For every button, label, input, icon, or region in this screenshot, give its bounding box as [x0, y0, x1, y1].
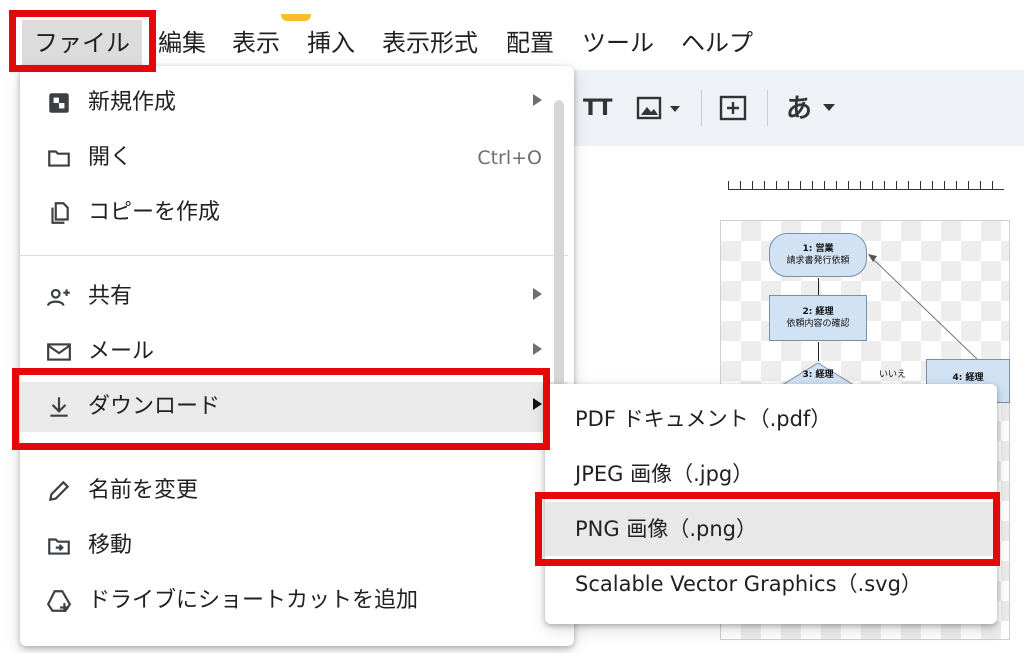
menu-tools[interactable]: ツール — [582, 28, 654, 58]
submenu-arrow-icon — [533, 288, 542, 300]
file-menu: 新規作成 開く Ctrl+O コピーを作成 共有 メール ダウンロード 名前を変… — [20, 66, 574, 646]
menu-item-open[interactable]: 開く Ctrl+O — [20, 133, 568, 183]
submenu-item-label: PNG 画像（.png） — [575, 517, 757, 541]
menu-item-move[interactable]: 移動 — [20, 521, 568, 571]
font-button[interactable]: あ — [786, 92, 812, 126]
ruler-mask — [728, 172, 1004, 181]
mail-icon — [46, 339, 72, 365]
submenu-arrow-icon — [533, 398, 542, 410]
menu-item-label: 開く — [88, 145, 133, 170]
menu-arrange[interactable]: 配置 — [506, 28, 554, 58]
submenu-item-label: PDF ドキュメント（.pdf） — [575, 407, 832, 431]
menu-item-label: 共有 — [88, 284, 133, 309]
menu-item-email[interactable]: メール — [20, 327, 568, 377]
menu-file[interactable]: ファイル — [22, 20, 142, 66]
folder-icon — [46, 145, 72, 171]
menu-item-label: メール — [88, 339, 155, 364]
submenu-item-label: JPEG 画像（.jpg） — [575, 462, 754, 486]
insert-textbox-icon[interactable] — [718, 92, 750, 126]
download-submenu: PDF ドキュメント（.pdf） JPEG 画像（.jpg） PNG 画像（.p… — [545, 384, 997, 624]
menu-item-label: 移動 — [88, 533, 133, 558]
menu-item-label: ドライブにショートカットを追加 — [88, 588, 419, 613]
menu-item-label: コピーを作成 — [88, 200, 221, 225]
menu-item-new[interactable]: 新規作成 — [20, 78, 568, 128]
menu-item-add-shortcut[interactable]: ドライブにショートカットを追加 — [20, 576, 568, 626]
menu-divider — [20, 255, 568, 256]
font-button-label: あ — [786, 94, 813, 124]
submenu-item-label: Scalable Vector Graphics（.svg） — [575, 572, 922, 596]
menu-item-download[interactable]: ダウンロード — [20, 382, 568, 432]
download-icon — [46, 394, 72, 420]
menu-insert[interactable]: 挿入 — [307, 28, 355, 58]
app-window: TT あ 1: 営業 請求書発行依頼 2: 経理 依頼内容の確認 3: 経理 い… — [0, 0, 1024, 653]
chevron-down-icon[interactable] — [823, 104, 835, 111]
menu-divider — [20, 449, 568, 450]
menu-item-share[interactable]: 共有 — [20, 272, 568, 322]
toolbar-separator — [767, 90, 768, 126]
move-folder-icon — [46, 533, 72, 559]
menu-item-label: 新規作成 — [88, 90, 177, 115]
copy-icon — [46, 200, 72, 226]
menu-help[interactable]: ヘルプ — [681, 28, 753, 58]
add-person-icon — [46, 284, 72, 310]
shortcut-hint: Ctrl+O — [477, 147, 542, 169]
submenu-arrow-icon — [533, 343, 542, 355]
menu-item-rename[interactable]: 名前を変更 — [20, 466, 568, 516]
menu-item-label: ダウンロード — [88, 394, 221, 419]
new-document-icon — [46, 90, 72, 116]
menu-format[interactable]: 表示形式 — [382, 28, 478, 58]
menu-item-label: 名前を変更 — [88, 478, 199, 503]
accent-indicator — [281, 14, 311, 21]
insert-image-icon[interactable] — [636, 92, 688, 126]
menu-item-make-copy[interactable]: コピーを作成 — [20, 188, 568, 238]
download-png[interactable]: PNG 画像（.png） — [545, 502, 997, 556]
download-jpeg[interactable]: JPEG 画像（.jpg） — [545, 447, 997, 501]
drive-shortcut-icon — [46, 588, 72, 614]
menu-edit[interactable]: 編集 — [158, 28, 206, 58]
toolbar-separator — [701, 90, 702, 126]
pencil-icon — [46, 478, 72, 504]
menu-view[interactable]: 表示 — [232, 28, 280, 58]
download-svg[interactable]: Scalable Vector Graphics（.svg） — [545, 557, 997, 611]
text-style-icon[interactable]: TT — [583, 92, 613, 126]
menubar: ファイル 編集 表示 挿入 表示形式 配置 ツール ヘルプ — [0, 20, 1024, 66]
submenu-arrow-icon — [533, 94, 542, 106]
download-pdf[interactable]: PDF ドキュメント（.pdf） — [545, 392, 997, 446]
menu-scrollbar[interactable] — [554, 100, 564, 400]
